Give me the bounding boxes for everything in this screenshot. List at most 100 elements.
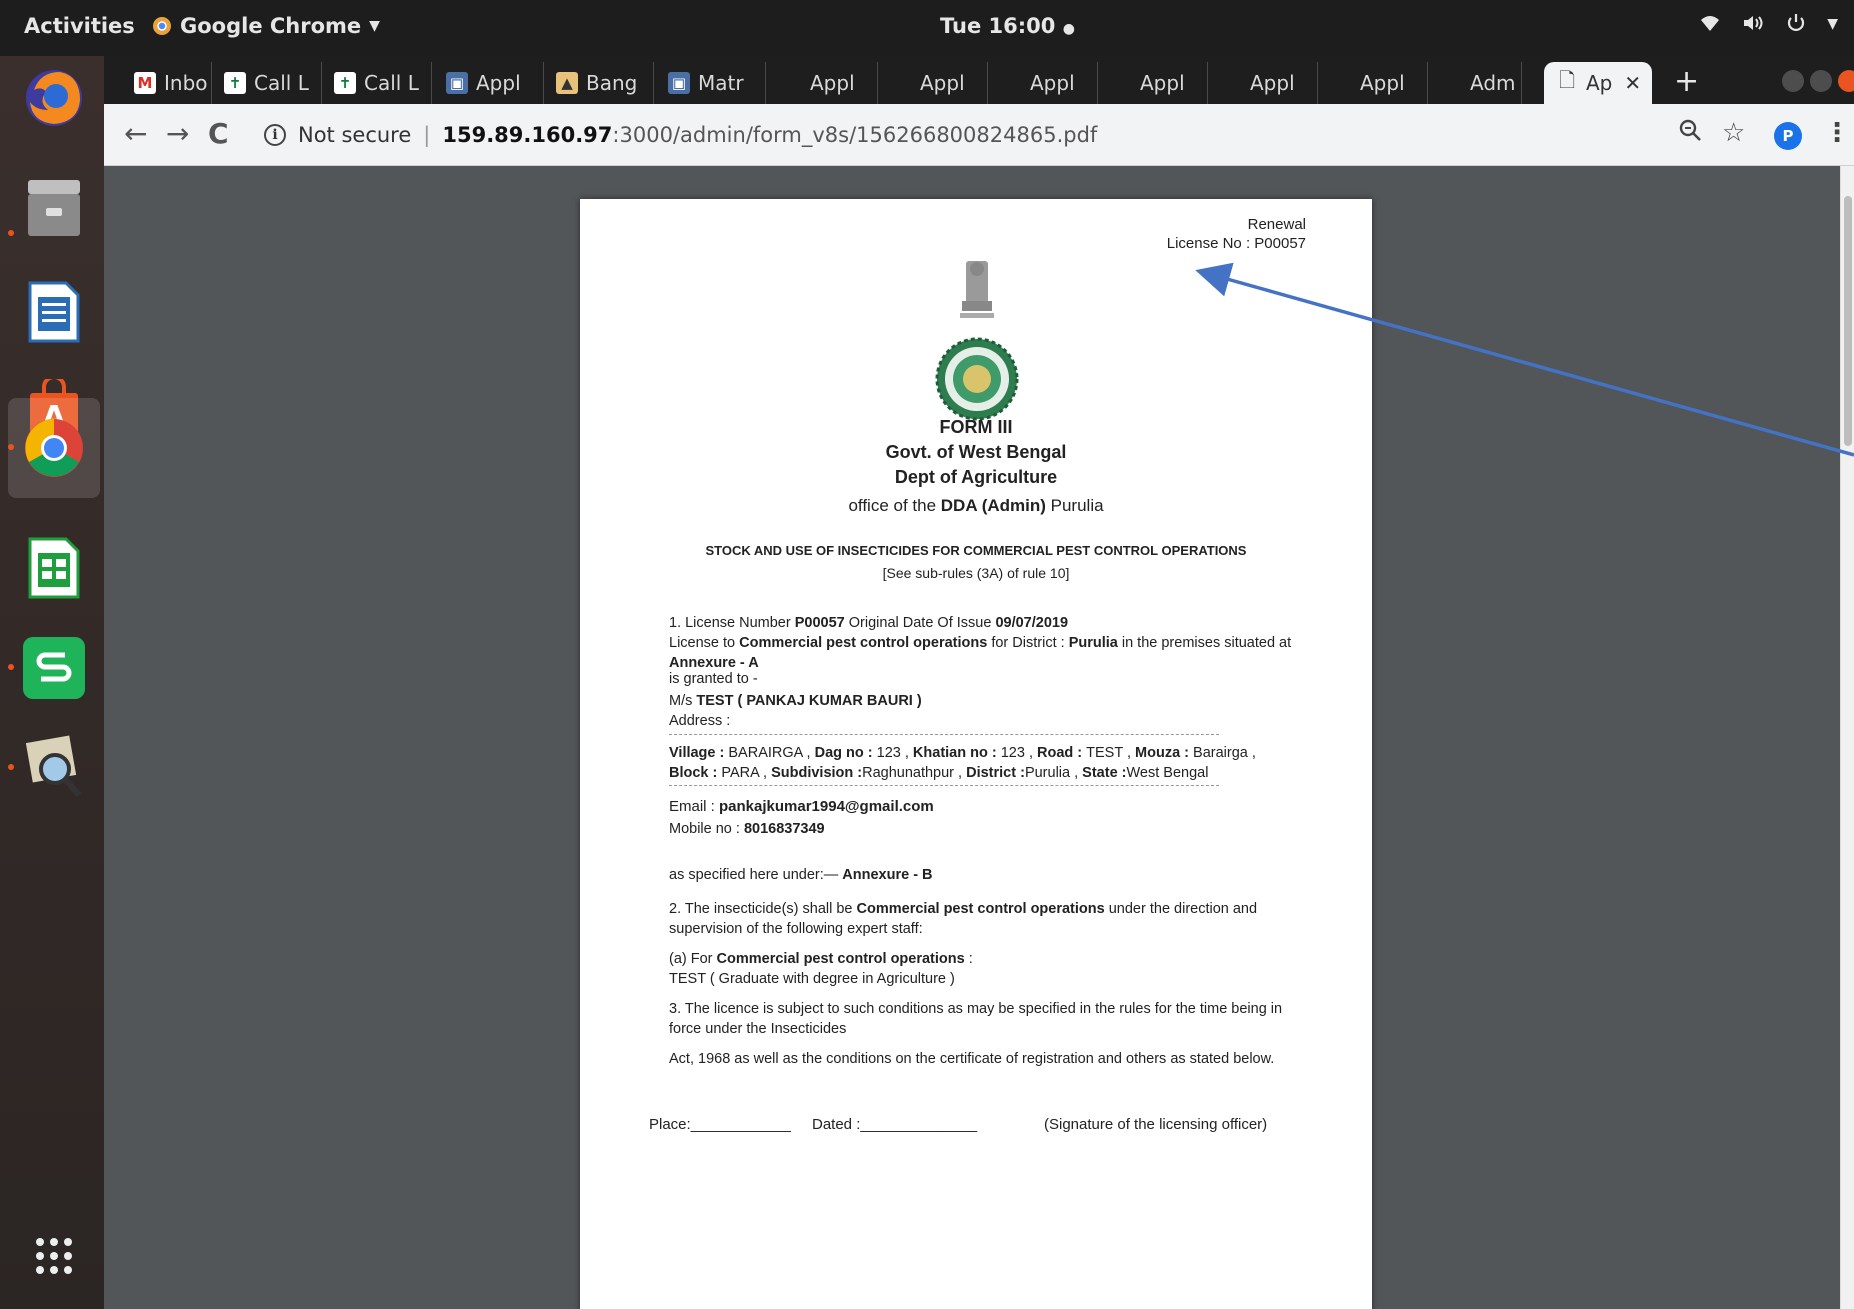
power-icon [1785,12,1807,40]
tab-label: Call L [364,71,419,95]
tab-label: Appl [476,71,521,95]
blank-page-icon [780,72,802,94]
window-controls [1782,70,1854,92]
scrollbar-thumb[interactable] [1844,196,1852,446]
minimize-button[interactable] [1782,70,1804,92]
zoom-icon[interactable] [1678,118,1702,149]
menu-kebab-icon[interactable]: ⋮ [1824,118,1850,148]
new-tab-button[interactable]: + [1674,64,1699,99]
blank-page-icon [1220,72,1242,94]
tab-appl-5[interactable]: Appl [1102,62,1208,104]
tab-appl-3[interactable]: Appl [882,62,988,104]
text: Original Date Of Issue [844,615,996,631]
tab-adm[interactable]: Adm [1432,62,1522,104]
license-purpose: Commercial pest control operations [739,635,988,651]
tab-call-2[interactable]: ✝ Call L [326,62,432,104]
dock: A [0,56,104,1309]
text: Khatian no : [912,745,1001,761]
bookmark-star-icon[interactable]: ☆ [1722,118,1745,148]
tab-label: Appl [1250,71,1295,95]
system-tray[interactable]: ▼ [1699,12,1838,40]
back-button[interactable]: ← [124,117,147,150]
text: (a) For [669,951,717,967]
maximize-button[interactable] [1810,70,1832,92]
chrome-launcher[interactable] [8,412,90,484]
section-2: 2. The insecticide(s) shall be Commercia… [669,899,1309,939]
section-3: 3. The licence is subject to such condit… [669,1001,1283,1037]
text: Mobile no : [669,821,744,837]
reload-button[interactable]: C [208,117,229,150]
tab-label: Ap [1586,71,1613,95]
text: in the premises situated at [1117,635,1292,651]
tab-appl-2[interactable]: Appl [772,62,878,104]
document-subject: STOCK AND USE OF INSECTICIDES FOR COMMER… [705,543,1247,558]
notification-dot-icon: ● [1062,21,1075,37]
files-launcher[interactable] [8,172,90,244]
files-icon [28,180,80,236]
clock[interactable]: Tue 16:00 ● [940,14,1075,38]
tab-active-pdf[interactable]: 🗋 Ap ✕ [1544,62,1652,104]
profile-avatar[interactable]: P [1774,122,1802,150]
place-field: Place:____________ [649,1116,791,1133]
text: Road : [1037,745,1087,761]
firefox-launcher[interactable] [18,62,90,134]
running-indicator [8,664,14,670]
forward-button[interactable]: → [166,117,189,150]
office-line: office of the DDA (Admin) Purulia [580,496,1372,516]
pdf-viewer[interactable]: Renewal License No : P00057 FORM III Gov… [104,166,1854,1309]
tab-appl-1[interactable]: ▣ Appl [438,62,544,104]
image-viewer-launcher[interactable] [8,732,90,804]
tab-label: Appl [1030,71,1075,95]
text: BARAIRGA , [728,745,815,761]
tab-appl-7[interactable]: Appl [1322,62,1428,104]
text: Raghunathpur , [862,765,967,781]
sub-rule-ref: [See sub-rules (3A) of rule 10] [882,565,1070,581]
url-host: 159.89.160.97 [442,123,613,147]
text: 2. The insecticide(s) shall be [669,901,857,917]
license-number: P00057 [794,615,845,631]
blank-page-icon [1000,72,1022,94]
show-applications-button[interactable] [18,1220,90,1292]
app-icon: ▣ [668,72,690,94]
tab-inbox[interactable]: M Inbo [126,62,212,104]
info-icon[interactable]: i [264,124,286,146]
licensee-name: TEST ( PANKAJ KUMAR BAURI ) [696,693,922,709]
tab-bang[interactable]: ▲ Bang [548,62,654,104]
writer-launcher[interactable] [18,276,90,348]
divider: | [423,123,431,147]
dashed-divider [669,734,1219,735]
tab-appl-4[interactable]: Appl [992,62,1098,104]
section-4: Act, 1968 as well as the conditions on t… [669,1051,1275,1067]
address-bar[interactable]: i Not secure | 159.89.160.97:3000/admin/… [264,114,1594,156]
address-label: Address : [669,713,731,729]
text: TEST , [1086,745,1136,761]
calc-launcher[interactable] [18,532,90,604]
browser-tab-strip: M Inbo ✝ Call L ✝ Call L ▣ Appl ▲ Bang ▣… [104,56,1854,104]
chevron-down-icon: ▼ [369,18,380,34]
section-1: 1. License Number P00057 Original Date O… [669,613,1309,673]
system-top-bar: Activities Google Chrome ▼ Tue 16:00 ● ▼ [0,0,1854,56]
tab-appl-6[interactable]: Appl [1212,62,1318,104]
app-menu[interactable]: Google Chrome ▼ [152,14,380,38]
west-bengal-emblem-icon [935,261,1019,421]
pdf-scrollbar[interactable] [1840,166,1854,1309]
pdf-page: Renewal License No : P00057 FORM III Gov… [580,199,1372,1309]
close-window-button[interactable] [1838,70,1854,92]
license-number-header: License No : P00057 [1166,235,1306,252]
wps-spreadsheet-launcher[interactable] [8,632,90,704]
close-icon[interactable]: ✕ [1624,71,1641,95]
govt-title: Govt. of West Bengal [885,442,1067,462]
signature-field: (Signature of the licensing officer) [1044,1116,1268,1133]
activities-button[interactable]: Activities [24,14,135,38]
licensee-line: M/s TEST ( PANKAJ KUMAR BAURI ) [669,691,1309,711]
section-a: (a) For Commercial pest control operatio… [669,949,1309,989]
running-indicator [8,230,14,236]
text: PARA , [721,765,772,781]
clock-text: Tue 16:00 [940,14,1056,38]
tab-label: Appl [1140,71,1185,95]
wps-spreadsheet-icon [23,637,85,699]
dated-field: Dated :______________ [812,1116,978,1133]
tab-call-1[interactable]: ✝ Call L [216,62,322,104]
tab-matr[interactable]: ▣ Matr [660,62,766,104]
district: Purulia [1068,635,1118,651]
